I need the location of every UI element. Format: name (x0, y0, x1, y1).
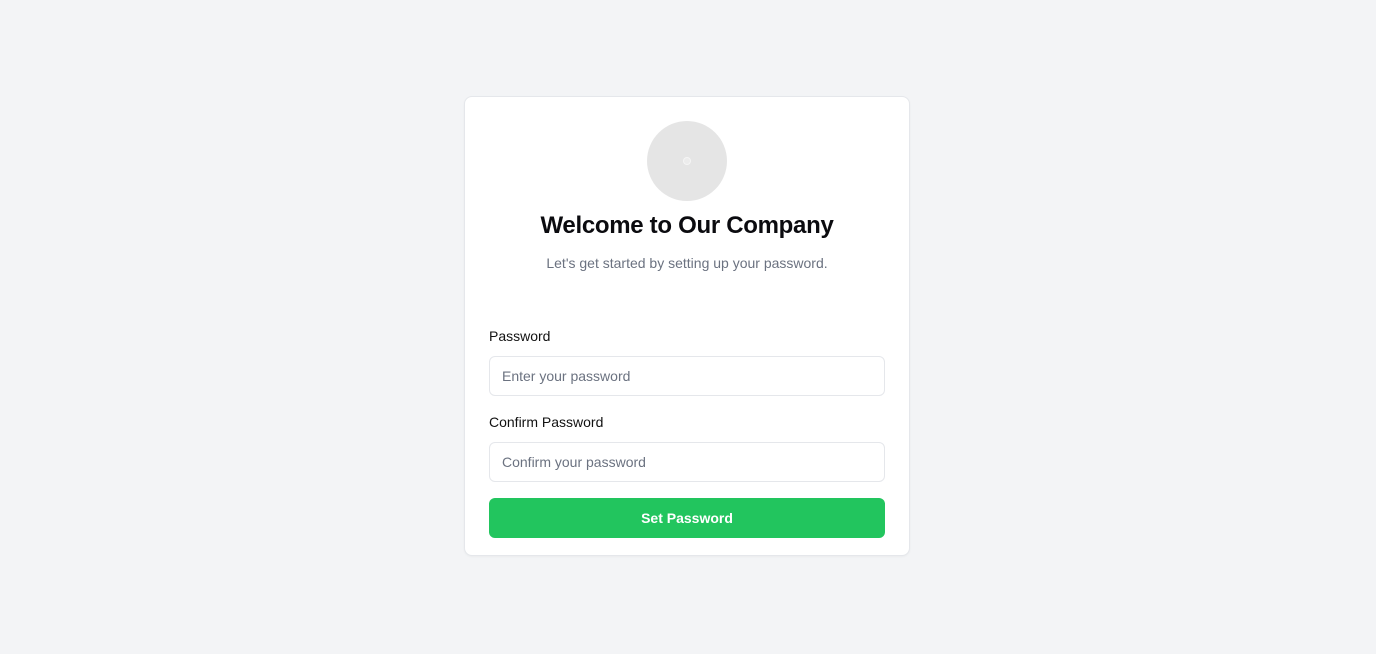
password-input[interactable] (489, 356, 885, 396)
page-title: Welcome to Our Company (540, 212, 834, 239)
confirm-password-input[interactable] (489, 442, 885, 482)
company-logo-avatar (647, 121, 727, 201)
set-password-button[interactable]: Set Password (489, 498, 885, 538)
logo-placeholder-icon (683, 157, 691, 165)
confirm-password-field-group: Confirm Password (489, 412, 885, 482)
setup-password-card: Welcome to Our Company Let's get started… (464, 96, 910, 556)
password-label: Password (489, 328, 551, 344)
confirm-password-label: Confirm Password (489, 414, 604, 430)
page-subtitle: Let's get started by setting up your pas… (546, 255, 828, 271)
password-field-group: Password (489, 326, 885, 396)
